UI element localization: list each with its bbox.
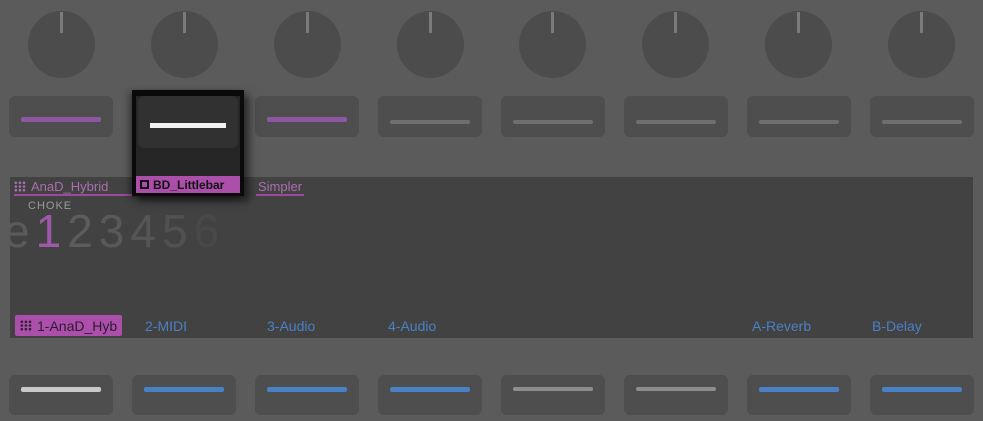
value-bar-top-8[interactable] — [869, 96, 974, 137]
value-line — [144, 387, 225, 392]
knob-indicator — [182, 12, 186, 33]
choke-option[interactable]: 4 — [130, 208, 156, 254]
knob-indicator — [551, 12, 555, 33]
knob-indicator — [428, 12, 432, 33]
value-line — [21, 117, 102, 122]
value-bar-top-7[interactable] — [746, 96, 851, 137]
value-line — [267, 117, 348, 122]
value-bar-bottom-7[interactable] — [746, 375, 851, 415]
value-line — [635, 120, 716, 124]
popup-sample-label[interactable]: BD_Littlebar — [136, 176, 240, 193]
knob-indicator — [59, 12, 63, 33]
display-panel: AnaD_Hybrid Simpler CHOKE e 1 2 3 4 5 6 … — [10, 177, 973, 338]
push-display-screen: { "colors": { "magenta_accent": "#ab4fab… — [0, 0, 983, 421]
sample-select-popup: BD_Littlebar — [132, 90, 244, 196]
popup-spacer — [136, 150, 240, 176]
value-line — [881, 120, 962, 124]
value-bar-top-1[interactable] — [9, 96, 114, 137]
value-bar-bottom-6[interactable] — [623, 375, 728, 415]
value-line — [881, 387, 962, 392]
choke-option-selected[interactable]: 1 — [36, 208, 62, 254]
track-tab-label: B-Delay — [872, 317, 922, 334]
value-bar-bottom-5[interactable] — [500, 375, 605, 415]
encoder-knob-2[interactable] — [150, 11, 218, 78]
value-bar-bottom-4[interactable] — [378, 375, 483, 415]
drag-handle-dots-icon — [14, 181, 26, 192]
value-line — [150, 123, 226, 128]
track-tab-label: 1-AnaD_Hyb — [37, 317, 118, 334]
knob-indicator — [305, 12, 309, 33]
track-tab-label: 3-Audio — [267, 317, 316, 334]
value-bar-bottom-3[interactable] — [255, 375, 360, 415]
choke-option[interactable]: 6 — [194, 208, 220, 254]
choke-option[interactable]: 3 — [99, 208, 125, 254]
value-line — [512, 120, 593, 124]
knob-indicator — [674, 12, 678, 33]
track-tab-2-midi[interactable]: 2-MIDI — [145, 315, 187, 336]
value-line — [267, 387, 348, 392]
value-line — [635, 387, 716, 391]
popup-value-bar[interactable] — [138, 96, 238, 148]
device-name: AnaD_Hybrid — [31, 179, 109, 194]
choke-option[interactable]: 2 — [67, 208, 93, 254]
value-bar-top-6[interactable] — [623, 96, 728, 137]
value-line — [512, 387, 593, 391]
return-tab-a-reverb[interactable]: A-Reverb — [752, 315, 811, 336]
knob-indicator — [920, 12, 924, 33]
encoder-knob-7[interactable] — [765, 11, 833, 78]
track-tab-label: 2-MIDI — [145, 317, 187, 334]
value-bar-bottom-2[interactable] — [132, 375, 237, 415]
track-tab-3-audio[interactable]: 3-Audio — [267, 315, 315, 336]
choke-option: e — [10, 205, 30, 257]
return-tab-b-delay[interactable]: B-Delay — [872, 315, 922, 336]
popup-body — [136, 96, 240, 176]
choke-options-list: e 1 2 3 4 5 6 — [10, 208, 219, 254]
value-bar-top-4[interactable] — [378, 96, 483, 137]
encoder-knob-3[interactable] — [273, 11, 341, 78]
encoder-knob-row — [0, 11, 983, 78]
track-tab-label: A-Reverb — [752, 317, 812, 334]
bottom-value-bar-row — [0, 375, 983, 415]
knob-indicator — [797, 12, 801, 33]
value-line — [758, 387, 839, 392]
track-tab-4-audio[interactable]: 4-Audio — [388, 315, 436, 336]
encoder-knob-4[interactable] — [396, 11, 464, 78]
choke-option[interactable]: 5 — [162, 208, 188, 254]
encoder-knob-1[interactable] — [27, 11, 95, 78]
device-name: Simpler — [258, 179, 303, 194]
device-header-anad-hybrid[interactable]: AnaD_Hybrid — [14, 179, 136, 196]
value-line — [21, 387, 102, 392]
value-bar-bottom-8[interactable] — [869, 375, 974, 415]
encoder-knob-6[interactable] — [642, 11, 710, 78]
encoder-knob-5[interactable] — [519, 11, 587, 78]
stop-square-icon — [140, 180, 149, 189]
value-line — [758, 120, 839, 124]
popup-sample-name: BD_Littlebar — [153, 177, 225, 192]
value-bar-top-3[interactable] — [255, 96, 360, 137]
value-line — [390, 120, 471, 124]
value-line — [390, 387, 471, 392]
encoder-knob-8[interactable] — [888, 11, 956, 78]
track-tab-1-active[interactable]: 1-AnaD_Hyb — [15, 315, 122, 336]
drag-handle-dots-icon — [20, 320, 32, 331]
track-tab-label: 4-Audio — [388, 317, 437, 334]
value-bar-bottom-1[interactable] — [9, 375, 114, 415]
device-header-simpler[interactable]: Simpler — [256, 179, 305, 196]
value-bar-top-5[interactable] — [500, 96, 605, 137]
